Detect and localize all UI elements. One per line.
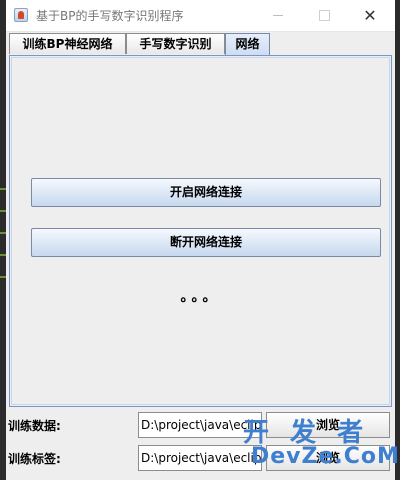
- tab-network[interactable]: 网络: [225, 33, 270, 56]
- window-title: 基于BP的手写数字识别程序: [36, 9, 184, 23]
- maximize-button[interactable]: [301, 0, 347, 31]
- training-data-label: 训练数据:: [8, 419, 61, 433]
- minimize-button[interactable]: [255, 0, 301, 31]
- training-label-browse-button[interactable]: 浏览: [266, 445, 390, 471]
- java-app-icon: [14, 8, 28, 22]
- close-icon: ✕: [363, 6, 377, 25]
- tab-handwriting-recognition[interactable]: 手写数字识别: [126, 33, 225, 54]
- close-button[interactable]: ✕: [347, 0, 393, 31]
- training-label-label: 训练标签:: [8, 452, 61, 466]
- minimize-icon: [273, 15, 283, 16]
- close-connection-button[interactable]: 断开网络连接: [31, 228, 381, 257]
- tab-train-bp[interactable]: 训练BP神经网络: [9, 33, 126, 54]
- training-data-browse-button[interactable]: 浏览: [266, 412, 390, 438]
- open-connection-button[interactable]: 开启网络连接: [31, 178, 381, 207]
- training-label-row: 训练标签: D:\project\java\eclipse 浏览: [6, 443, 395, 473]
- training-data-path-field[interactable]: D:\project\java\eclipse: [138, 412, 262, 438]
- title-bar[interactable]: 基于BP的手写数字识别程序 ✕: [6, 0, 395, 32]
- connection-status-text: 。。。: [180, 289, 221, 305]
- training-data-row: 训练数据: D:\project\java\eclipse 浏览: [6, 410, 395, 440]
- training-label-path-field[interactable]: D:\project\java\eclipse: [138, 445, 262, 471]
- network-panel: 开启网络连接 断开网络连接 。。。: [9, 55, 392, 407]
- tab-bar: 训练BP神经网络 手写数字识别 网络: [6, 33, 395, 56]
- maximize-icon: [318, 10, 330, 21]
- app-window: 基于BP的手写数字识别程序 ✕ 训练BP神经网络 手写数字识别 网络 开启网络连…: [6, 0, 395, 480]
